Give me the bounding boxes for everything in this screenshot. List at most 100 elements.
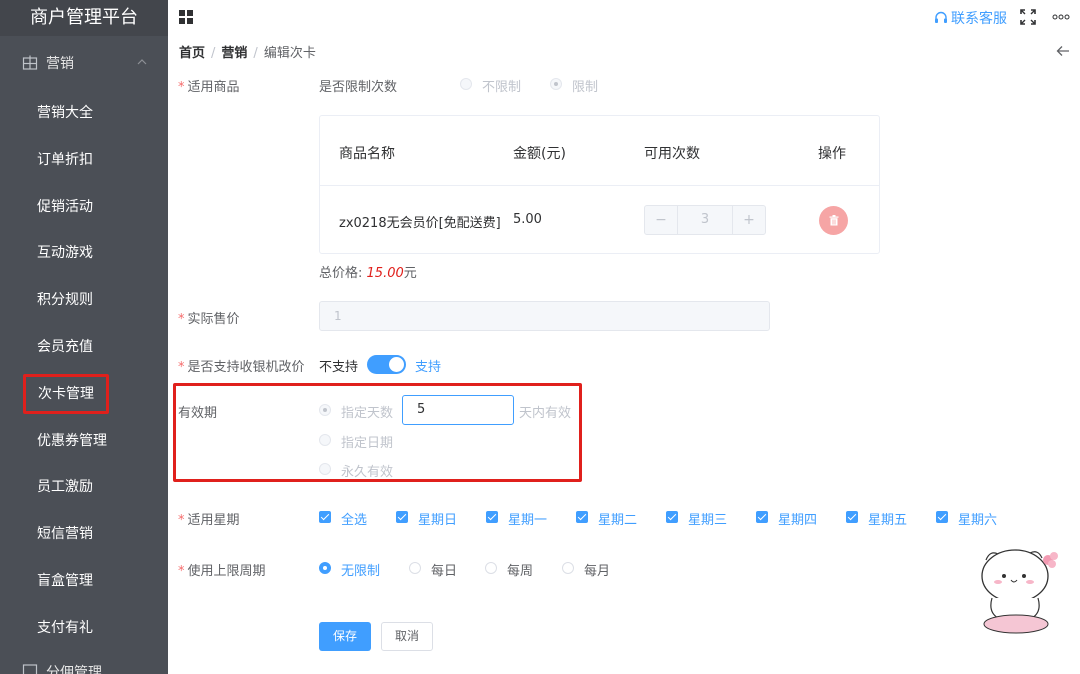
breadcrumb-separator: / <box>211 46 216 61</box>
radio-period-daily[interactable] <box>409 562 421 574</box>
sidebar-group-label: 营销 <box>46 56 74 72</box>
cashier-change-label: * 是否支持收银机改价 <box>178 360 305 375</box>
total-price: 总价格: 15.00元 <box>319 262 417 281</box>
col-header-name: 商品名称 <box>339 146 395 162</box>
required-mark: * <box>178 80 185 95</box>
radio-period-weekly[interactable] <box>485 562 497 574</box>
limit-count-label: 是否限制次数 <box>319 80 398 95</box>
radio-unlimited-label: 不限制 <box>482 80 522 95</box>
save-button[interactable]: 保存 <box>319 622 371 651</box>
sidebar-item-recharge[interactable]: 会员充值 <box>0 324 168 371</box>
validity-label: 有效期 <box>178 406 218 421</box>
sidebar-item-label: 盲盒管理 <box>37 572 93 589</box>
applicable-goods-label: * 适用商品 <box>178 80 240 95</box>
total-price-value: 15.00 <box>366 266 404 281</box>
checkbox-friday[interactable] <box>846 511 858 523</box>
checkbox-monday[interactable] <box>486 511 498 523</box>
sidebar-item-pay-gift[interactable]: 支付有礼 <box>0 605 168 652</box>
col-header-count: 可用次数 <box>644 146 700 162</box>
sidebar-item-label: 次卡管理 <box>23 373 109 414</box>
contact-service-link[interactable]: 联系客服 <box>934 8 1007 28</box>
top-bar: 联系客服 <box>168 0 1080 34</box>
brand-title: 商户管理平台 <box>0 0 168 36</box>
days-input[interactable]: 5 <box>402 395 514 425</box>
radio-limited-label: 限制 <box>572 80 599 95</box>
checkbox-sunday[interactable] <box>396 511 408 523</box>
sidebar-item-promotions[interactable]: 促销活动 <box>0 184 168 231</box>
sidebar-item-label: 优惠券管理 <box>37 432 107 449</box>
checkbox-saturday[interactable] <box>936 511 948 523</box>
checkbox-thursday-label: 星期四 <box>778 513 818 528</box>
sidebar-item-order-discount[interactable]: 订单折扣 <box>0 137 168 184</box>
checkbox-tuesday[interactable] <box>576 511 588 523</box>
sidebar-item-sms[interactable]: 短信营销 <box>0 511 168 558</box>
stepper-plus-button[interactable]: + <box>733 206 765 234</box>
radio-period-monthly[interactable] <box>562 562 574 574</box>
radio-specified-days-label: 指定天数 <box>341 406 394 421</box>
checkbox-select-all[interactable] <box>319 511 331 523</box>
stepper-minus-button[interactable]: − <box>645 206 677 234</box>
breadcrumb: 首页 / 营销 / 编辑次卡 <box>179 42 316 61</box>
days-suffix: 天内有效 <box>519 406 572 421</box>
breadcrumb-marketing[interactable]: 营销 <box>221 46 247 61</box>
actual-price-label: * 实际售价 <box>178 312 240 327</box>
sidebar-item-label: 支付有礼 <box>37 619 93 636</box>
cell-amount: 5.00 <box>513 212 542 227</box>
radio-period-unlimited[interactable] <box>319 562 331 574</box>
sidebar-item-games[interactable]: 互动游戏 <box>0 230 168 277</box>
sidebar-item-points[interactable]: 积分规则 <box>0 277 168 324</box>
checkbox-monday-label: 星期一 <box>508 513 548 528</box>
contact-service-label: 联系客服 <box>951 11 1007 27</box>
fullscreen-icon[interactable] <box>1019 8 1037 26</box>
sidebar-item-coupons[interactable]: 优惠券管理 <box>0 418 168 465</box>
radio-period-unlimited-label: 无限制 <box>341 564 381 579</box>
switch-on-label: 支持 <box>415 360 442 375</box>
grid-icon <box>22 55 38 70</box>
chevron-up-icon <box>137 59 147 65</box>
actual-price-input[interactable]: 1 <box>319 301 770 331</box>
sidebar-item-blind-box[interactable]: 盲盒管理 <box>0 558 168 605</box>
required-mark: * <box>178 513 185 528</box>
sidebar-item-label: 积分规则 <box>37 292 93 309</box>
radio-forever[interactable] <box>319 463 331 475</box>
stepper-value[interactable]: 3 <box>677 206 733 234</box>
checkbox-select-all-label: 全选 <box>341 513 368 528</box>
radio-limited[interactable] <box>550 78 562 90</box>
checkbox-friday-label: 星期五 <box>868 513 908 528</box>
checkbox-wednesday[interactable] <box>666 511 678 523</box>
checkbox-thursday[interactable] <box>756 511 768 523</box>
radio-specified-date[interactable] <box>319 434 331 446</box>
required-mark: * <box>178 360 185 375</box>
more-icon[interactable] <box>1052 14 1070 20</box>
sidebar-item-label: 订单折扣 <box>37 151 93 168</box>
period-label: * 使用上限周期 <box>178 564 266 579</box>
sidebar-item-marketing-all[interactable]: 营销大全 <box>0 90 168 137</box>
radio-unlimited[interactable] <box>460 78 472 90</box>
sidebar-item-staff-incentive[interactable]: 员工激励 <box>0 464 168 511</box>
breadcrumb-separator: / <box>253 46 258 61</box>
sidebar-item-punch-card[interactable]: 次卡管理 <box>0 371 168 418</box>
sidebar-item-label: 互动游戏 <box>37 245 93 262</box>
cancel-button[interactable]: 取消 <box>381 622 433 651</box>
arrow-left-icon[interactable] <box>1056 45 1070 57</box>
radio-forever-label: 永久有效 <box>341 465 394 480</box>
apps-icon[interactable] <box>179 10 193 24</box>
weekdays-label: * 适用星期 <box>178 513 240 528</box>
goods-table: 商品名称 金额(元) 可用次数 操作 zx0218无会员价[免配送费] 5.00… <box>319 115 880 254</box>
sidebar: 商户管理平台 营销 营销大全 订单折扣 促销活动 互动游戏 积分规则 会员充值 … <box>0 0 168 674</box>
breadcrumb-home[interactable]: 首页 <box>179 46 205 61</box>
radio-specified-days[interactable] <box>319 404 331 416</box>
sidebar-item-label: 促销活动 <box>37 198 93 215</box>
count-stepper: − 3 + <box>644 205 766 235</box>
grid-icon <box>22 663 38 674</box>
total-price-label: 总价格: <box>319 266 363 281</box>
breadcrumb-current: 编辑次卡 <box>263 46 316 61</box>
sidebar-group-commission[interactable]: 分佣管理 <box>0 652 168 674</box>
cashier-change-switch[interactable] <box>367 355 406 374</box>
col-header-action: 操作 <box>818 146 846 162</box>
sidebar-group-marketing[interactable]: 营销 <box>0 36 168 90</box>
table-divider <box>320 185 879 186</box>
delete-button[interactable] <box>819 206 848 235</box>
sidebar-item-label: 员工激励 <box>37 479 93 496</box>
switch-off-label: 不支持 <box>319 360 359 375</box>
